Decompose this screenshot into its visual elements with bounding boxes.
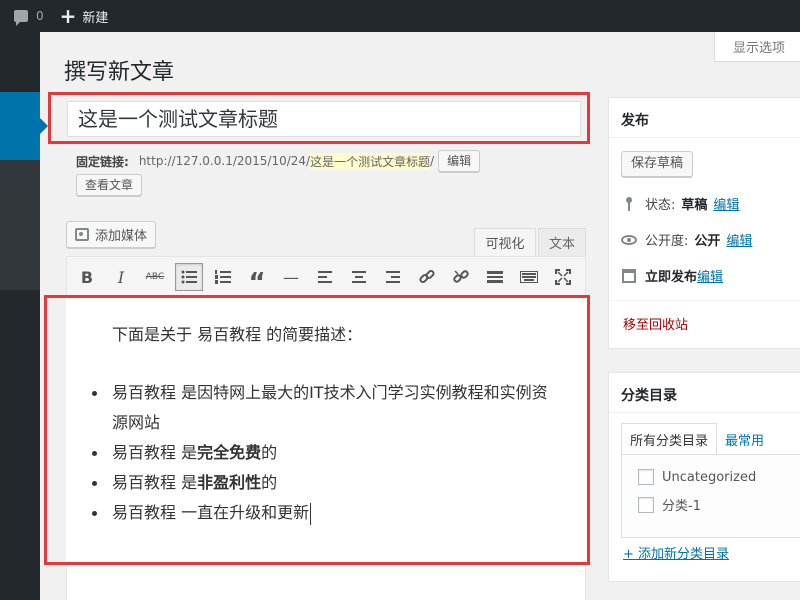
editor-content[interactable]: 下面是关于 易百教程 的简要描述： 易百教程 是因特网上最大的IT技术入门学习实… (66, 298, 587, 562)
admin-sidebar (0, 32, 48, 600)
page-title: 撰写新文章 (64, 60, 175, 85)
categories-box: 分类目录 所有分类目录 最常用 Uncategorized 分类-1 + 添加新… (608, 372, 800, 582)
read-more-icon (487, 271, 503, 283)
align-right-icon (386, 271, 400, 283)
divider (609, 300, 800, 301)
read-more-button[interactable] (481, 263, 509, 291)
new-content-menu[interactable]: + 新建 (52, 0, 117, 32)
keyboard-icon (520, 271, 538, 283)
list-item: 易百教程 一直在升级和更新 (92, 498, 552, 528)
permalink-slug[interactable]: 这是一个测试文章标题 (310, 152, 431, 170)
comment-bubble-icon (14, 10, 28, 26)
publish-box-title: 发布 (609, 98, 800, 138)
category-label: Uncategorized (662, 469, 757, 485)
status-row: 状态: 草稿 编辑 (621, 194, 739, 213)
tab-most-used[interactable]: 最常用 (717, 423, 772, 455)
unlink-icon (453, 270, 469, 283)
bullet-list-icon (181, 270, 197, 284)
fullscreen-button[interactable] (549, 263, 577, 291)
editor-toolbar: B I ABC “ — (66, 256, 586, 298)
visibility-label: 公开度: (645, 234, 689, 249)
insert-link-button[interactable] (413, 263, 441, 291)
edit-schedule-link[interactable]: 编辑 (697, 266, 723, 285)
permalink-row: 固定链接: http://127.0.0.1/2015/10/24/ 这是一个测… (76, 150, 481, 172)
status-value: 草稿 (681, 198, 708, 213)
tab-all-categories[interactable]: 所有分类目录 (621, 423, 718, 455)
media-icon (75, 228, 89, 241)
align-center-icon (352, 271, 366, 283)
comments-menu[interactable]: 0 (0, 0, 52, 32)
screen-options-button[interactable]: 显示选项 (714, 32, 800, 62)
numbered-list-icon (215, 270, 231, 284)
align-center-button[interactable] (345, 263, 373, 291)
tab-visual[interactable]: 可视化 (474, 228, 536, 256)
category-checkbox[interactable] (638, 469, 654, 485)
category-checklist: Uncategorized 分类-1 (621, 454, 800, 538)
status-label: 状态: (645, 198, 676, 213)
bold-button[interactable]: B (73, 263, 101, 291)
visibility-value: 公开 (694, 234, 721, 249)
category-item[interactable]: Uncategorized (638, 469, 756, 485)
align-left-button[interactable] (311, 263, 339, 291)
italic-button[interactable]: I (107, 263, 135, 291)
category-item[interactable]: 分类-1 (638, 495, 701, 514)
post-title-input[interactable]: 这是一个测试文章标题 (67, 101, 581, 137)
add-media-label: 添加媒体 (95, 229, 148, 244)
plus-icon: + (59, 4, 77, 28)
list-item: 易百教程 是完全免费的 (92, 438, 552, 468)
text-caret (310, 502, 312, 525)
permalink-url[interactable]: http://127.0.0.1/2015/10/24/ (139, 154, 310, 168)
title-highlight: 这是一个测试文章标题 (48, 92, 590, 144)
pin-icon (626, 196, 632, 211)
tab-text[interactable]: 文本 (538, 228, 586, 256)
content-intro: 下面是关于 易百教程 的简要描述： (112, 325, 363, 344)
comments-count: 0 (36, 9, 44, 23)
permalink-trailing: / (430, 154, 435, 168)
permalink-label: 固定链接: (76, 154, 129, 169)
sidebar-item-posts[interactable] (0, 92, 48, 160)
unlink-button[interactable] (447, 263, 475, 291)
edit-visibility-link[interactable]: 编辑 (726, 230, 752, 249)
category-checkbox[interactable] (638, 496, 654, 513)
calendar-icon (622, 268, 636, 283)
bullet-list-button[interactable] (175, 263, 203, 291)
toolbar-toggle-button[interactable] (515, 263, 543, 291)
visibility-row: 公开度: 公开 编辑 (621, 230, 752, 249)
publish-box: 发布 保存草稿 状态: 草稿 编辑 公开度: 公开 编辑 立即发布 编辑 移至回… (608, 97, 800, 349)
fullscreen-icon (555, 269, 571, 285)
schedule-label: 立即发布 (645, 270, 698, 285)
sidebar-submenu (0, 160, 40, 290)
add-new-category-link[interactable]: + 添加新分类目录 (623, 543, 729, 562)
list-item: 易百教程 是因特网上最大的IT技术入门学习实例教程和实例资源网站 (92, 378, 552, 438)
link-icon (419, 269, 435, 284)
align-left-icon (318, 271, 332, 283)
list-item: 易百教程 是非盈利性的 (92, 468, 552, 498)
categories-box-title: 分类目录 (609, 373, 800, 413)
category-label: 分类-1 (662, 499, 701, 514)
edit-status-link[interactable]: 编辑 (713, 194, 739, 213)
strikethrough-button[interactable]: ABC (141, 263, 169, 291)
category-tabs: 所有分类目录 最常用 (621, 423, 772, 455)
eye-icon (621, 234, 637, 245)
schedule-row: 立即发布 编辑 (621, 266, 723, 285)
new-content-label: 新建 (82, 10, 109, 26)
save-draft-button[interactable]: 保存草稿 (621, 151, 694, 177)
align-right-button[interactable] (379, 263, 407, 291)
edit-permalink-button[interactable]: 编辑 (438, 150, 481, 172)
editor-bottom (66, 565, 586, 600)
content-list: 易百教程 是因特网上最大的IT技术入门学习实例教程和实例资源网站 易百教程 是完… (92, 378, 552, 528)
numbered-list-button[interactable] (209, 263, 237, 291)
move-to-trash-link[interactable]: 移至回收站 (623, 314, 688, 333)
view-post-button[interactable]: 查看文章 (76, 174, 143, 196)
content-highlight: 下面是关于 易百教程 的简要描述： 易百教程 是因特网上最大的IT技术入门学习实… (44, 295, 590, 565)
admin-bar: 0 + 新建 (0, 0, 800, 32)
blockquote-button[interactable]: “ (243, 263, 271, 298)
add-media-button[interactable]: 添加媒体 (66, 221, 157, 248)
horizontal-rule-button[interactable]: — (277, 263, 305, 291)
